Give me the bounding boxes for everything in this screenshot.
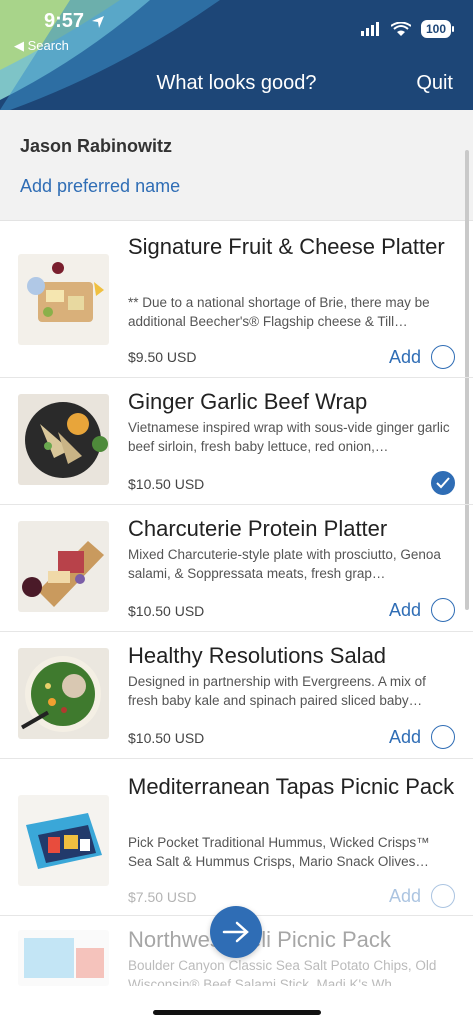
- location-arrow-icon: [92, 15, 105, 28]
- item-image-salad: [18, 648, 109, 739]
- list-item[interactable]: Charcuterie Protein Platter Mixed Charcu…: [0, 505, 473, 632]
- item-title: Signature Fruit & Cheese Platter: [128, 234, 445, 259]
- item-description: ** Due to a national shortage of Brie, t…: [128, 295, 430, 329]
- wifi-icon: [390, 21, 411, 36]
- signal-icon: [360, 22, 379, 36]
- item-price: $10.50 USD: [128, 476, 205, 492]
- home-indicator[interactable]: [153, 1010, 321, 1015]
- arrow-right-icon: [222, 921, 249, 943]
- select-circle-icon[interactable]: [431, 345, 455, 369]
- item-description: Pick Pocket Traditional Hummus, Wicked C…: [128, 835, 430, 869]
- profile-section: Jason Rabinowitz Add preferred name: [0, 110, 473, 221]
- passenger-name: Jason Rabinowitz: [20, 136, 173, 156]
- list-item[interactable]: Ginger Garlic Beef Wrap Vietnamese inspi…: [0, 378, 473, 505]
- add-label: Add: [388, 599, 421, 620]
- next-button[interactable]: [210, 906, 262, 958]
- item-price: $9.50 USD: [128, 349, 197, 365]
- item-description: Mixed Charcuterie-style plate with prosc…: [128, 547, 441, 581]
- add-button[interactable]: Add: [389, 884, 455, 908]
- add-button[interactable]: Add: [389, 725, 455, 749]
- item-title: Ginger Garlic Beef Wrap: [128, 389, 368, 414]
- item-description: Vietnamese inspired wrap with sous-vide …: [128, 420, 450, 454]
- item-price: $10.50 USD: [128, 730, 205, 746]
- add-button[interactable]: Add: [389, 345, 455, 369]
- add-label: Add: [388, 346, 421, 367]
- item-image-charcuterie: [18, 521, 109, 612]
- select-circle-icon[interactable]: [431, 884, 455, 908]
- item-price: $7.50 USD: [128, 889, 197, 905]
- add-button[interactable]: Add: [389, 598, 455, 622]
- list-item[interactable]: Mediterranean Tapas Picnic Pack Pick Poc…: [0, 759, 473, 916]
- item-description: Designed in partnership with Evergreens.…: [128, 674, 426, 708]
- select-circle-icon[interactable]: [431, 725, 455, 749]
- checkmark-icon[interactable]: [431, 471, 455, 495]
- item-image-tapas-pack: [18, 795, 109, 886]
- add-preferred-name-link[interactable]: Add preferred name: [20, 176, 180, 197]
- list-item[interactable]: Signature Fruit & Cheese Platter ** Due …: [0, 221, 473, 378]
- header-bar: 9:57 ◀ Search 100 What looks good? Quit: [0, 0, 473, 110]
- item-price: $10.50 USD: [128, 603, 205, 619]
- back-to-search-link[interactable]: ◀ Search: [14, 38, 69, 54]
- item-title: Charcuterie Protein Platter: [128, 516, 388, 541]
- add-label: Add: [388, 726, 421, 747]
- quit-button[interactable]: Quit: [416, 72, 453, 95]
- selected-button[interactable]: [431, 471, 455, 495]
- status-indicators: 100: [360, 20, 455, 38]
- list-item[interactable]: Healthy Resolutions Salad Designed in pa…: [0, 632, 473, 759]
- status-time: 9:57: [44, 10, 106, 33]
- item-image-fruit-cheese: [18, 254, 109, 345]
- item-title: Mediterranean Tapas Picnic Pack: [128, 774, 455, 799]
- page-title: What looks good?: [156, 72, 317, 94]
- item-image-beef-wrap: [18, 394, 109, 485]
- menu-list: Signature Fruit & Cheese Platter ** Due …: [0, 221, 473, 996]
- bottom-safe-area: [0, 986, 473, 1024]
- select-circle-icon[interactable]: [431, 598, 455, 622]
- item-title: Northwest Deli Picnic Pack: [128, 927, 391, 952]
- battery-icon: 100: [420, 20, 455, 38]
- item-image-deli-pack: [18, 930, 109, 986]
- item-title: Healthy Resolutions Salad: [128, 643, 387, 668]
- add-label: Add: [388, 885, 421, 906]
